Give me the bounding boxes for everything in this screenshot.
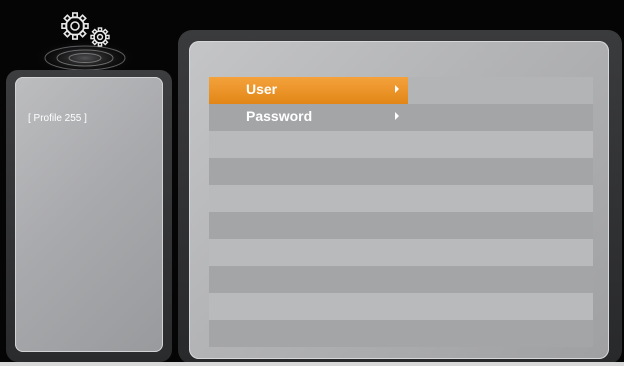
chevron-right-icon <box>395 85 399 93</box>
empty-row <box>209 131 593 158</box>
gears-icon <box>30 6 140 76</box>
menu-list: User Password <box>209 77 593 350</box>
empty-row <box>209 185 593 212</box>
menu-item-label: Password <box>246 108 313 124</box>
profile-panel: [ Profile 255 ] <box>6 70 172 362</box>
settings-screen: [ Profile 255 ] User Password <box>0 0 624 366</box>
profile-label: [ Profile 255 ] <box>28 113 87 124</box>
empty-row <box>209 320 593 347</box>
chevron-right-icon <box>395 112 399 120</box>
empty-row <box>209 158 593 185</box>
empty-row <box>209 239 593 266</box>
empty-row <box>209 266 593 293</box>
profile-panel-body: [ Profile 255 ] <box>15 77 163 352</box>
menu-panel: User Password <box>178 30 622 364</box>
empty-row <box>209 212 593 239</box>
empty-row <box>209 293 593 320</box>
menu-item-label: User <box>246 81 278 97</box>
selection-highlight <box>209 77 408 104</box>
bottom-frame-line <box>0 362 624 366</box>
menu-item-password[interactable]: Password <box>209 104 593 131</box>
menu-item-user[interactable]: User <box>209 77 593 104</box>
